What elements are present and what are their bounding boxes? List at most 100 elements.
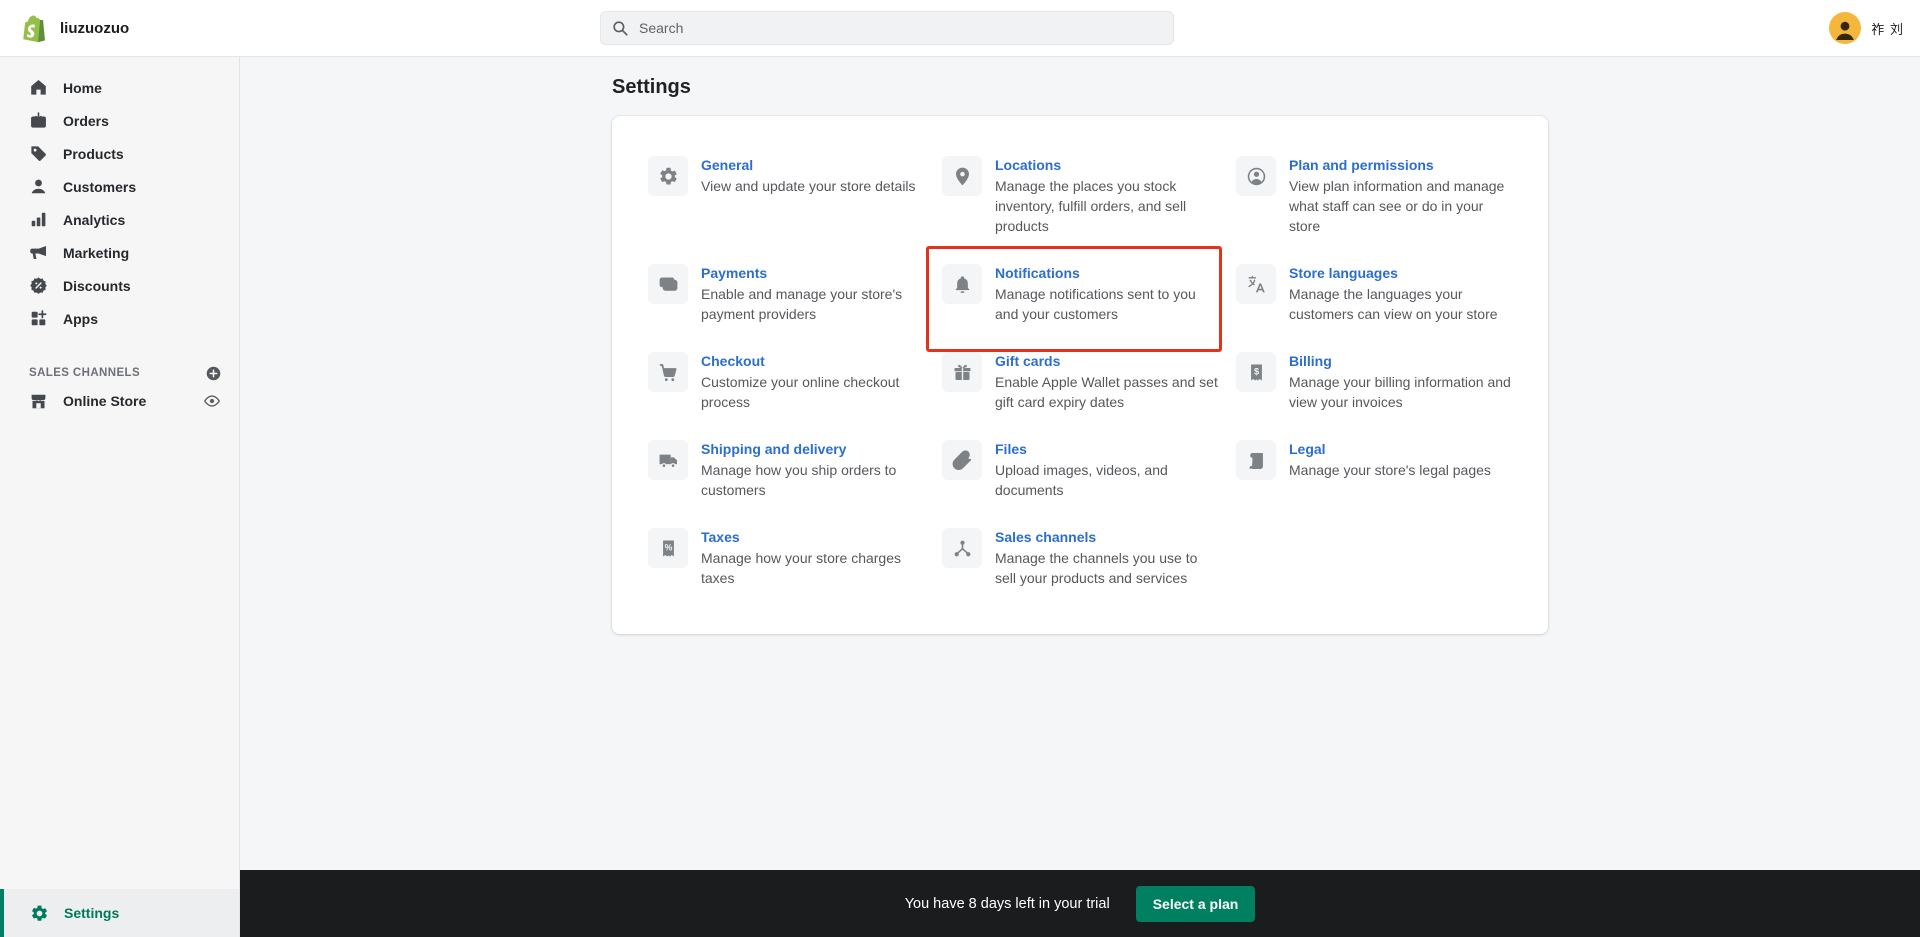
store-logo-group[interactable]: liuzuozuo xyxy=(18,0,129,56)
card-title-link[interactable]: Checkout xyxy=(701,353,765,369)
sidebar-item-discounts[interactable]: Discounts xyxy=(0,269,239,302)
card-description: Enable and manage your store's payment p… xyxy=(701,286,903,322)
sidebar-item-orders[interactable]: Orders xyxy=(0,104,239,137)
card-texts: Gift cards Enable Apple Wallet passes and… xyxy=(995,352,1218,412)
topbar: liuzuozuo 祚 刘 xyxy=(0,0,1920,57)
card-texts: Sales channels Manage the channels you us… xyxy=(995,528,1218,588)
card-description: Customize your online checkout process xyxy=(701,374,900,410)
card-description: Enable Apple Wallet passes and set gift … xyxy=(995,374,1218,410)
sidebar: Home Orders Products Customers Analytics Mark… xyxy=(0,56,240,937)
sidebar-item-products[interactable]: Products xyxy=(0,137,239,170)
sidebar-item-analytics[interactable]: Analytics xyxy=(0,203,239,236)
sidebar-item-label: Analytics xyxy=(63,211,126,228)
settings-card-payments[interactable]: Payments Enable and manage your store's p… xyxy=(648,264,924,324)
cart-icon xyxy=(648,352,688,392)
sidebar-nav: Home Orders Products Customers Analytics Mark… xyxy=(0,56,239,335)
eye-icon[interactable] xyxy=(203,392,221,410)
settings-card-notifications[interactable]: Notifications Manage notifications sent t… xyxy=(926,246,1222,352)
card-description: Manage the places you stock inventory, f… xyxy=(995,178,1187,234)
translate-icon xyxy=(1236,264,1276,304)
settings-card-taxes[interactable]: % Taxes Manage how your store charges taxe… xyxy=(648,528,924,588)
card-texts: Checkout Customize your online checkout p… xyxy=(701,352,924,412)
truck-icon xyxy=(648,440,688,480)
card-description: Manage your billing information and view… xyxy=(1289,374,1511,410)
user-menu[interactable]: 祚 刘 xyxy=(1829,12,1904,44)
shopify-admin: liuzuozuo 祚 刘 Home Orders Products Customer… xyxy=(0,0,1920,937)
bell-icon xyxy=(942,264,982,304)
card-title-link[interactable]: Billing xyxy=(1289,353,1332,369)
settings-card-sales-channels[interactable]: Sales channels Manage the channels you us… xyxy=(942,528,1218,588)
payments-icon xyxy=(648,264,688,304)
card-texts: Store languages Manage the languages your… xyxy=(1289,264,1512,324)
customers-icon xyxy=(29,177,48,196)
page-title: Settings xyxy=(612,76,691,98)
discounts-icon xyxy=(29,276,48,295)
card-title-link[interactable]: Locations xyxy=(995,157,1061,173)
settings-card-legal[interactable]: Legal Manage your store's legal pages xyxy=(1236,440,1512,500)
sidebar-item-online-store[interactable]: Online Store xyxy=(0,384,239,418)
trial-footer-bar: You have 8 days left in your trial Selec… xyxy=(240,870,1920,937)
settings-card-locations[interactable]: Locations Manage the places you stock inv… xyxy=(942,156,1218,236)
shopify-logo-icon xyxy=(18,13,49,44)
paperclip-icon xyxy=(942,440,982,480)
card-description: View and update your store details xyxy=(701,178,916,194)
card-title-link[interactable]: Payments xyxy=(701,265,767,281)
analytics-icon xyxy=(29,210,48,229)
card-description: Upload images, videos, and documents xyxy=(995,462,1168,498)
card-title-link[interactable]: Plan and permissions xyxy=(1289,157,1434,173)
card-title-link[interactable]: Shipping and delivery xyxy=(701,441,846,457)
card-title-link[interactable]: Files xyxy=(995,441,1027,457)
legal-icon xyxy=(1236,440,1276,480)
sales-channels-list: Online Store xyxy=(0,384,239,418)
card-title-link[interactable]: Taxes xyxy=(701,529,740,545)
store-name: liuzuozuo xyxy=(60,19,130,37)
sidebar-item-label: Marketing xyxy=(63,244,130,261)
sidebar-item-label: Apps xyxy=(63,310,98,327)
card-texts: Billing Manage your billing information a… xyxy=(1289,352,1512,412)
sidebar-item-label: Discounts xyxy=(63,277,131,294)
card-title-link[interactable]: Sales channels xyxy=(995,529,1096,545)
settings-card-shipping-and-delivery[interactable]: Shipping and delivery Manage how you ship… xyxy=(648,440,924,500)
sidebar-item-settings[interactable]: Settings xyxy=(0,889,239,937)
card-title-link[interactable]: Legal xyxy=(1289,441,1326,457)
global-search xyxy=(600,11,1174,45)
add-sales-channel-icon[interactable] xyxy=(205,365,222,382)
settings-card-files[interactable]: Files Upload images, videos, and document… xyxy=(942,440,1218,500)
card-texts: General View and update your store detail… xyxy=(701,156,916,196)
settings-card-general[interactable]: General View and update your store detail… xyxy=(648,156,924,236)
sidebar-item-home[interactable]: Home xyxy=(0,71,239,104)
settings-card-store-languages[interactable]: Store languages Manage the languages your… xyxy=(1236,264,1512,324)
search-input[interactable] xyxy=(600,11,1174,45)
marketing-icon xyxy=(29,243,48,262)
settings-card: General View and update your store detail… xyxy=(612,116,1548,634)
card-title-link[interactable]: Gift cards xyxy=(995,353,1060,369)
location-icon xyxy=(942,156,982,196)
settings-card-plan-and-permissions[interactable]: Plan and permissions View plan informatio… xyxy=(1236,156,1512,236)
sidebar-item-apps[interactable]: Apps xyxy=(0,302,239,335)
person-circle-icon xyxy=(1236,156,1276,196)
sales-channels-header: SALES CHANNELS xyxy=(0,362,239,384)
gift-icon xyxy=(942,352,982,392)
card-title-link[interactable]: Store languages xyxy=(1289,265,1398,281)
storefront-icon xyxy=(29,392,48,411)
card-title-link[interactable]: General xyxy=(701,157,753,173)
card-description: Manage how you ship orders to customers xyxy=(701,462,897,498)
card-texts: Shipping and delivery Manage how you ship… xyxy=(701,440,924,500)
sidebar-item-label: Products xyxy=(63,145,124,162)
sidebar-item-label: Settings xyxy=(64,905,120,921)
settings-card-checkout[interactable]: Checkout Customize your online checkout p… xyxy=(648,352,924,412)
card-texts: Payments Enable and manage your store's p… xyxy=(701,264,924,324)
settings-card-billing[interactable]: $ Billing Manage your billing information … xyxy=(1236,352,1512,412)
card-description: Manage the languages your customers can … xyxy=(1289,286,1498,322)
settings-card-gift-cards[interactable]: Gift cards Enable Apple Wallet passes and… xyxy=(942,352,1218,412)
card-description: Manage the channels you use to sell your… xyxy=(995,550,1198,586)
sidebar-item-marketing[interactable]: Marketing xyxy=(0,236,239,269)
sidebar-item-customers[interactable]: Customers xyxy=(0,170,239,203)
card-texts: Files Upload images, videos, and document… xyxy=(995,440,1218,500)
select-plan-button[interactable]: Select a plan xyxy=(1135,885,1256,922)
card-title-link[interactable]: Notifications xyxy=(995,265,1080,281)
card-description: Manage how your store charges taxes xyxy=(701,550,901,586)
card-description: Manage your store's legal pages xyxy=(1289,462,1491,478)
avatar xyxy=(1829,12,1862,44)
card-texts: Legal Manage your store's legal pages xyxy=(1289,440,1491,480)
